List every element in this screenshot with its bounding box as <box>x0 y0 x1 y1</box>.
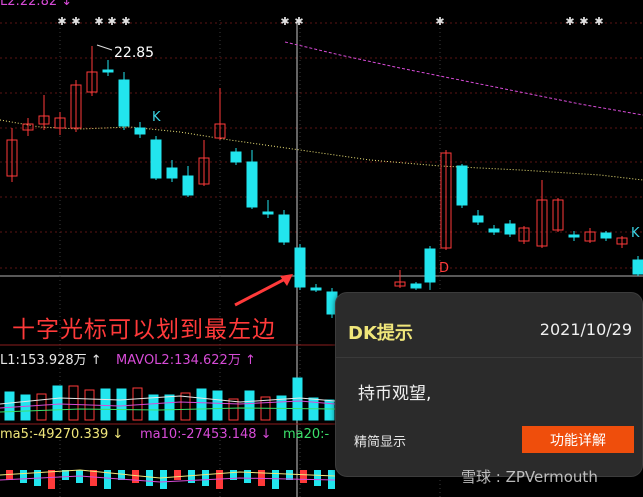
candle-body <box>166 167 178 179</box>
candle-body <box>118 79 130 127</box>
volume-bar <box>196 388 207 421</box>
indicator-bar <box>188 470 195 483</box>
candle-body <box>182 175 194 196</box>
candle-body <box>424 248 436 283</box>
mavol1-label: L1:153.928万 ↑ <box>0 353 102 368</box>
ma-line-yellow <box>0 119 643 181</box>
indicator-bar <box>202 470 209 486</box>
indicator-bar <box>160 470 167 489</box>
candle-body <box>456 165 468 206</box>
volume-bar <box>52 385 63 421</box>
dk-tip-panel: DK提示 2021/10/29 持币观望, 精简显示 功能详解 <box>335 292 643 477</box>
candle-body <box>294 247 306 288</box>
star-marker: ✱ <box>107 15 116 28</box>
top-ma-label: L2:22.82 ↓ <box>0 0 73 9</box>
candle-body <box>230 151 242 163</box>
mavol2-label: MAVOL2:134.622万 ↑ <box>116 353 256 368</box>
annotation-arrow <box>234 276 288 307</box>
star-marker: ✱ <box>594 15 603 28</box>
candle-body <box>102 69 114 73</box>
candle-body <box>150 139 162 179</box>
xueqiu-watermark: 雪球 : ZPVermouth <box>461 468 598 486</box>
star-marker: ✱ <box>565 15 574 28</box>
volume-bar <box>164 394 175 421</box>
volume-bar <box>148 394 159 421</box>
k-signal-label: K <box>631 226 640 241</box>
volume-bar <box>132 387 143 421</box>
candle-body <box>472 215 484 223</box>
volume-bar <box>100 388 111 421</box>
dk-panel-date: 2021/10/29 <box>539 320 632 339</box>
candle-body <box>278 214 290 243</box>
dk-panel-divider <box>336 357 642 358</box>
star-marker: ✱ <box>294 15 303 28</box>
peak-price-label: 22.85 <box>114 45 155 61</box>
ma-line-magenta <box>284 41 643 116</box>
ma20-label: ma20:- <box>283 427 330 442</box>
candle-body <box>568 234 580 238</box>
candle-body <box>632 259 643 275</box>
star-marker: ✱ <box>280 15 289 28</box>
ma5-label: ma5:-49270.339 ↓ <box>0 427 124 442</box>
volume-bar <box>20 394 31 421</box>
candle-body <box>600 232 612 239</box>
indicator-bar <box>48 470 55 489</box>
indicator-bar <box>132 470 139 483</box>
d-signal-label: D <box>439 261 450 276</box>
candle-body <box>310 287 322 291</box>
candle-body <box>410 283 422 289</box>
candle-body <box>504 223 516 235</box>
candle-body <box>134 127 146 135</box>
k-signal-label: K <box>152 110 161 125</box>
indicator-bar <box>314 470 321 486</box>
indicator-bar <box>146 470 153 486</box>
feature-detail-button[interactable]: 功能详解 <box>522 426 634 453</box>
ma10-label: ma10:-27453.148 ↓ <box>140 427 272 442</box>
star-marker: ✱ <box>435 15 444 28</box>
volume-bar <box>68 385 79 421</box>
star-marker: ✱ <box>121 15 130 28</box>
volume-bar <box>4 391 15 421</box>
indicator-bar <box>272 470 279 489</box>
candle-body <box>488 228 500 233</box>
indicator-bar <box>20 470 27 483</box>
star-marker: ✱ <box>579 15 588 28</box>
volume-bar <box>116 388 127 421</box>
dk-panel-message: 持币观望, <box>358 384 432 404</box>
star-marker: ✱ <box>57 15 66 28</box>
indicator-bar <box>300 470 307 483</box>
peak-arrow <box>96 44 113 51</box>
volume-bar <box>244 390 255 421</box>
volume-bar <box>292 377 303 421</box>
crosshair-annotation: 十字光标可以划到最左边 <box>12 317 276 343</box>
indicator-bar <box>174 470 181 480</box>
star-marker: ✱ <box>94 15 103 28</box>
simplified-display-toggle[interactable]: 精简显示 <box>354 431 406 450</box>
volume-bar <box>212 390 223 421</box>
candle-body <box>262 211 274 215</box>
volume-bar <box>36 393 47 421</box>
dk-panel-title: DK提示 <box>348 323 413 344</box>
indicator-bar <box>90 470 97 486</box>
candle-body <box>246 161 258 208</box>
star-marker: ✱ <box>71 15 80 28</box>
